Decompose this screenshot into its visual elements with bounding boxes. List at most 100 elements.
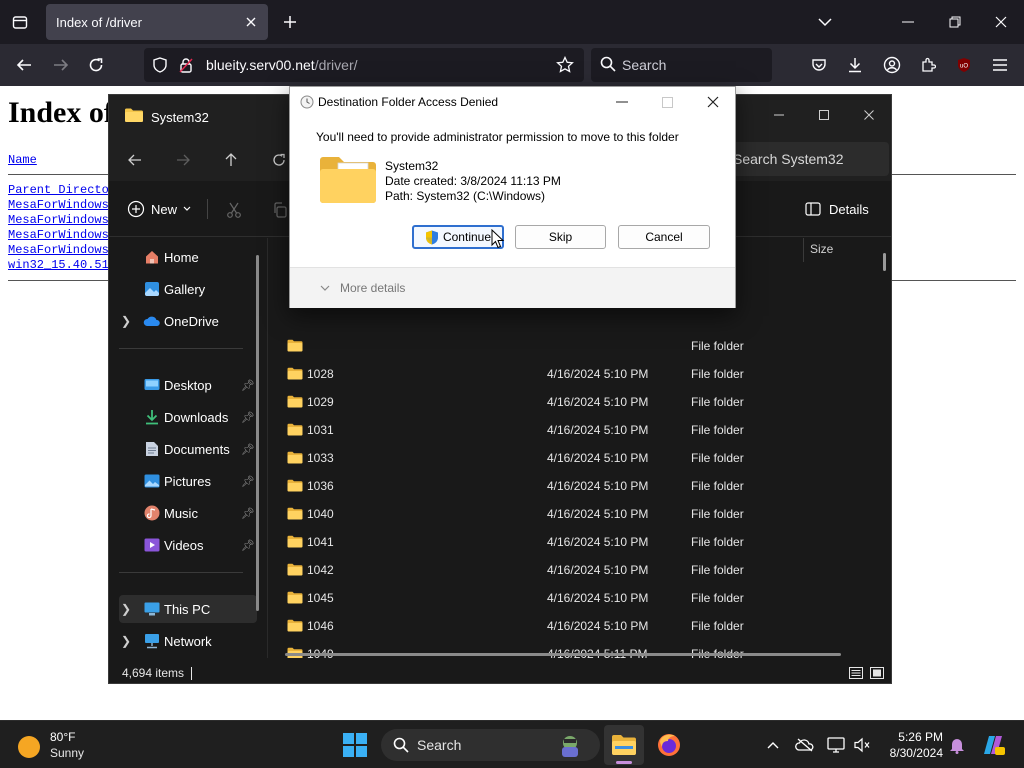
details-view-icon[interactable]: [847, 664, 865, 682]
windows-start-icon[interactable]: [343, 733, 367, 757]
reload-icon[interactable]: [83, 52, 109, 78]
more-details-toggle[interactable]: More details: [320, 281, 405, 295]
file-row[interactable]: File folder: [269, 332, 889, 360]
explorer-back-icon[interactable]: [122, 147, 148, 173]
sidebar-item-documents[interactable]: Documents 📌︎: [119, 435, 257, 463]
insecure-lock-icon[interactable]: [175, 54, 197, 76]
sidebar-item-pictures[interactable]: Pictures 📌︎: [119, 467, 257, 495]
sidebar-item-this-pc[interactable]: ❯ This PC: [119, 595, 257, 623]
explorer-up-icon[interactable]: [218, 147, 244, 173]
taskbar-search[interactable]: Search: [381, 729, 600, 761]
file-list-horizontal-scrollbar[interactable]: [285, 653, 841, 656]
pin-icon[interactable]: 📌︎: [241, 443, 255, 456]
pin-icon[interactable]: 📌︎: [241, 379, 255, 392]
file-type: File folder: [691, 563, 744, 577]
dialog-title-bar: Destination Folder Access Denied: [290, 87, 735, 117]
dialog-close-icon[interactable]: [700, 89, 726, 115]
navigation-pane-scrollbar[interactable]: [256, 255, 259, 611]
explorer-minimize-icon[interactable]: [765, 101, 793, 129]
list-all-tabs-chevron-icon[interactable]: [813, 10, 837, 34]
tracking-shield-icon[interactable]: [149, 54, 171, 76]
sidebar-item-onedrive[interactable]: ❯ OneDrive: [119, 307, 257, 335]
sidebar-item-music[interactable]: Music 📌︎: [119, 499, 257, 527]
close-window-icon[interactable]: [989, 10, 1013, 34]
bookmark-star-icon[interactable]: [554, 54, 576, 76]
file-row[interactable]: 1028 4/16/2024 5:10 PM File folder: [269, 360, 889, 388]
file-row[interactable]: 1033 4/16/2024 5:10 PM File folder: [269, 444, 889, 472]
file-row[interactable]: 1045 4/16/2024 5:10 PM File folder: [269, 584, 889, 612]
sidebar-item-gallery[interactable]: Gallery: [119, 275, 257, 303]
tab-list-icon[interactable]: [8, 10, 32, 34]
extensions-icon[interactable]: [915, 52, 941, 78]
file-type: File folder: [691, 451, 744, 465]
copilot-icon[interactable]: [980, 734, 1006, 756]
pin-icon[interactable]: 📌︎: [241, 411, 255, 424]
size-column-header[interactable]: Size: [810, 242, 833, 256]
sidebar-item-downloads[interactable]: Downloads 📌︎: [119, 403, 257, 431]
explorer-forward-icon[interactable]: [170, 147, 196, 173]
new-tab-icon[interactable]: [278, 10, 302, 34]
copy-icon[interactable]: [269, 199, 291, 221]
file-row[interactable]: 1031 4/16/2024 5:10 PM File folder: [269, 416, 889, 444]
sidebar-item-network[interactable]: ❯ Network: [119, 627, 257, 655]
file-list-scrollbar[interactable]: [883, 253, 886, 271]
chevron-right-icon[interactable]: ❯: [121, 602, 133, 616]
pin-icon[interactable]: 📌︎: [241, 475, 255, 488]
chevron-right-icon[interactable]: ❯: [121, 314, 133, 328]
explorer-close-icon[interactable]: [855, 101, 883, 129]
onedrive-offline-icon[interactable]: [794, 734, 816, 756]
ublock-origin-icon[interactable]: uO: [951, 52, 977, 78]
large-folder-icon: [320, 157, 376, 203]
dialog-minimize-icon[interactable]: [609, 89, 635, 115]
back-icon[interactable]: [11, 52, 37, 78]
sidebar-item-videos[interactable]: Videos 📌︎: [119, 531, 257, 559]
file-row[interactable]: 1041 4/16/2024 5:10 PM File folder: [269, 528, 889, 556]
browser-tab-active[interactable]: Index of /driver: [46, 4, 268, 40]
column-separator[interactable]: [803, 238, 804, 262]
minimize-icon[interactable]: [896, 10, 920, 34]
account-icon[interactable]: [879, 52, 905, 78]
cut-icon[interactable]: [223, 199, 245, 221]
network-icon: [143, 632, 161, 650]
chevron-right-icon[interactable]: ❯: [121, 634, 133, 648]
notifications-bell-icon[interactable]: [946, 734, 968, 756]
taskbar-firefox[interactable]: [649, 725, 689, 765]
weather-temperature: 80°F: [50, 730, 76, 744]
pane-splitter[interactable]: [267, 238, 268, 658]
file-row[interactable]: 1042 4/16/2024 5:10 PM File folder: [269, 556, 889, 584]
skip-button[interactable]: Skip: [515, 225, 606, 249]
pin-icon[interactable]: 📌︎: [241, 539, 255, 552]
display-icon[interactable]: [825, 734, 847, 756]
pin-icon[interactable]: 📌︎: [241, 507, 255, 520]
system-clock[interactable]: 5:26 PM 8/30/2024: [873, 729, 943, 761]
details-pane-button[interactable]: Details: [805, 197, 869, 221]
name-column-link[interactable]: Name: [8, 153, 37, 167]
file-row[interactable]: 1036 4/16/2024 5:10 PM File folder: [269, 472, 889, 500]
cancel-button[interactable]: Cancel: [618, 225, 710, 249]
sidebar-item-desktop[interactable]: Desktop 📌︎: [119, 371, 257, 399]
file-name: 1041: [307, 535, 334, 549]
file-row[interactable]: 1046 4/16/2024 5:10 PM File folder: [269, 612, 889, 640]
tab-close-icon[interactable]: [242, 13, 260, 31]
volume-muted-icon[interactable]: [851, 734, 873, 756]
file-name: 1042: [307, 563, 334, 577]
sidebar-item-home[interactable]: Home: [119, 243, 257, 271]
file-row[interactable]: 1040 4/16/2024 5:10 PM File folder: [269, 500, 889, 528]
show-hidden-icons-chevron-icon[interactable]: [762, 734, 784, 756]
restore-icon[interactable]: [943, 10, 967, 34]
hamburger-menu-icon[interactable]: [987, 52, 1013, 78]
file-date-modified: 4/16/2024 5:10 PM: [547, 395, 649, 409]
new-button[interactable]: New: [127, 197, 191, 221]
downloads-icon[interactable]: [842, 52, 868, 78]
url-bar[interactable]: blueity.serv00.net/driver/: [144, 48, 584, 82]
explorer-maximize-icon[interactable]: [810, 101, 838, 129]
large-icons-view-icon[interactable]: [868, 664, 886, 682]
file-row[interactable]: 1029 4/16/2024 5:10 PM File folder: [269, 388, 889, 416]
forward-icon[interactable]: [48, 52, 74, 78]
details-label: Details: [829, 201, 869, 217]
browser-search-bar[interactable]: Search: [591, 48, 772, 82]
pocket-icon[interactable]: [806, 52, 832, 78]
explorer-search-box[interactable]: Search System32: [721, 142, 889, 176]
taskbar-file-explorer[interactable]: [604, 725, 644, 765]
dialog-maximize-icon[interactable]: [654, 89, 680, 115]
